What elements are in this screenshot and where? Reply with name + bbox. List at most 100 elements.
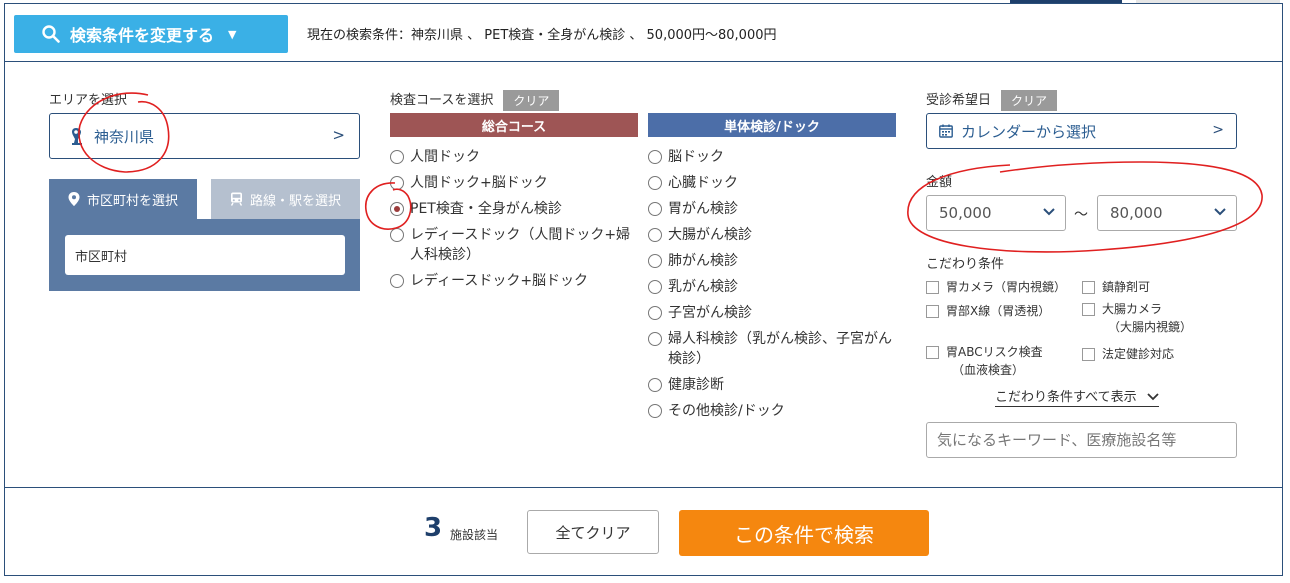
area-selected-value: 神奈川県: [94, 127, 155, 146]
radio-label: 胃がん検診: [668, 201, 738, 217]
caret-down-icon: ▼: [228, 27, 237, 41]
radio-button[interactable]: [648, 254, 662, 268]
chevron-down-icon: [1043, 208, 1055, 216]
radio-label: 健康診断: [668, 377, 724, 393]
radio-button[interactable]: [648, 150, 662, 164]
area-select-button[interactable]: 神奈川県 >: [49, 113, 360, 159]
date-clear-button[interactable]: クリア: [1001, 90, 1058, 111]
list-item[interactable]: 人間ドック+脳ドック: [390, 173, 640, 193]
city-select-field[interactable]: 市区町村: [65, 235, 345, 275]
checkbox-label: 法定健診対応: [1102, 347, 1175, 361]
checkbox-sublabel: （血液検査）: [952, 363, 1025, 377]
radio-label: 大腸がん検診: [668, 227, 752, 243]
search-icon: [42, 25, 60, 43]
tab-select-station-label: 路線・駅を選択: [249, 193, 341, 209]
radio-button[interactable]: [648, 306, 662, 320]
radio-button-selected[interactable]: [390, 202, 404, 216]
radio-button[interactable]: [390, 150, 404, 164]
show-all-options-link[interactable]: こだわり条件すべて表示: [995, 386, 1159, 407]
search-footer: 3 施設該当 全てクリア この条件で検索: [4, 487, 1283, 576]
search-topbar: 検索条件を変更する ▼ 現在の検索条件：神奈川県 、 PET検査・全身がん検診 …: [4, 4, 1283, 62]
change-conditions-label: 検索条件を変更する: [70, 26, 215, 45]
area-label: エリアを選択: [49, 93, 128, 108]
radio-button[interactable]: [390, 228, 404, 242]
chevron-right-icon: >: [332, 126, 345, 144]
map-pin-person-icon: [72, 128, 82, 145]
course-clear-button[interactable]: クリア: [503, 90, 560, 111]
show-all-label: こだわり条件すべて表示: [995, 390, 1137, 405]
radio-button[interactable]: [648, 176, 662, 190]
radio-label: 脳ドック: [668, 149, 724, 165]
radio-button[interactable]: [648, 280, 662, 294]
radio-label: PET検査・全身がん検診: [410, 201, 562, 217]
location-pin-icon: [68, 192, 80, 206]
checkbox[interactable]: [1082, 303, 1095, 316]
radio-button[interactable]: [648, 228, 662, 242]
radio-button[interactable]: [390, 176, 404, 190]
train-icon: [230, 192, 243, 206]
radio-label: 心臓ドック: [668, 175, 738, 191]
tab-select-station[interactable]: 路線・駅を選択: [211, 179, 360, 219]
calendar-label: カレンダーから選択: [961, 122, 1097, 141]
radio-button[interactable]: [648, 202, 662, 216]
checkbox[interactable]: [926, 346, 939, 359]
result-count-label: 施設該当: [450, 528, 499, 542]
radio-button[interactable]: [648, 404, 662, 418]
price-max-select[interactable]: 80,000: [1097, 195, 1237, 231]
search-button[interactable]: この条件で検索: [679, 510, 929, 556]
price-separator: 〜: [1074, 207, 1088, 223]
list-item[interactable]: 大腸がん検診: [648, 225, 898, 245]
list-item[interactable]: 健康診断: [648, 375, 898, 395]
list-item[interactable]: 脳ドック: [648, 147, 898, 167]
checkbox[interactable]: [1082, 348, 1095, 361]
keyword-input[interactable]: [926, 422, 1237, 458]
radio-label: 人間ドック+脳ドック: [410, 175, 548, 191]
change-conditions-button[interactable]: 検索条件を変更する ▼: [14, 15, 288, 53]
list-item[interactable]: 婦人科検診（乳がん検診、子宮がん検診）: [648, 329, 898, 369]
city-tab-panel: 市区町村: [49, 219, 360, 291]
option-checkbox-item[interactable]: 胃ABCリスク検査 （血液検査）: [926, 343, 1043, 379]
list-item[interactable]: レディースドック（人間ドック+婦人科検診）: [390, 225, 640, 265]
checkbox-label: 大腸カメラ: [1102, 302, 1163, 316]
list-item[interactable]: 人間ドック: [390, 147, 640, 167]
list-item[interactable]: 胃がん検診: [648, 199, 898, 219]
radio-label: 肺がん検診: [668, 253, 738, 269]
checkbox-sublabel: （大腸内視鏡）: [1108, 320, 1193, 334]
list-item[interactable]: PET検査・全身がん検診: [390, 199, 640, 219]
option-checkbox-item[interactable]: 鎮静剤可: [1082, 278, 1150, 296]
option-checkbox-item[interactable]: 法定健診対応: [1082, 345, 1174, 363]
tab-select-city[interactable]: 市区町村を選択: [49, 179, 197, 219]
checkbox[interactable]: [1082, 281, 1095, 294]
checkbox[interactable]: [926, 281, 939, 294]
checkbox-label: 胃カメラ（胃内視鏡）: [946, 280, 1067, 294]
option-checkbox-item[interactable]: 胃カメラ（胃内視鏡）: [926, 278, 1066, 296]
option-checkbox-item[interactable]: 大腸カメラ （大腸内視鏡）: [1082, 300, 1192, 336]
chevron-down-icon: [1147, 393, 1159, 401]
list-item[interactable]: レディースドック+脳ドック: [390, 271, 640, 291]
checkbox[interactable]: [926, 305, 939, 318]
list-item[interactable]: 心臓ドック: [648, 173, 898, 193]
current-conditions-text: 現在の検索条件：神奈川県 、 PET検査・全身がん検診 、 50,000円〜80…: [307, 28, 777, 43]
calendar-select-button[interactable]: カレンダーから選択 >: [926, 113, 1237, 149]
list-item[interactable]: 肺がん検診: [648, 251, 898, 271]
radio-label: 子宮がん検診: [668, 305, 752, 321]
radio-label: 乳がん検診: [668, 279, 738, 295]
list-item[interactable]: その他検診/ドック: [648, 401, 898, 421]
checkbox-label: 胃ABCリスク検査: [946, 345, 1043, 359]
chevron-down-icon: [1214, 208, 1226, 216]
course-label-row: 検査コースを選択 クリア: [390, 89, 560, 111]
course-single-list: 脳ドック 心臓ドック 胃がん検診 大腸がん検診 肺がん検診 乳がん検診 子宮がん…: [648, 147, 898, 427]
course-single-header: 単体検診/ドック: [648, 113, 896, 137]
list-item[interactable]: 子宮がん検診: [648, 303, 898, 323]
price-min-select[interactable]: 50,000: [926, 195, 1066, 231]
radio-label: 婦人科検診（乳がん検診、子宮がん検診）: [668, 331, 892, 367]
clear-all-button[interactable]: 全てクリア: [527, 510, 659, 554]
price-label: 金額: [926, 175, 953, 190]
option-checkbox-item[interactable]: 胃部X線（胃透視）: [926, 302, 1050, 320]
radio-button[interactable]: [648, 378, 662, 392]
radio-button[interactable]: [390, 274, 404, 288]
checkbox-label: 胃部X線（胃透視）: [946, 304, 1051, 318]
options-label: こだわり条件: [926, 257, 1005, 272]
list-item[interactable]: 乳がん検診: [648, 277, 898, 297]
radio-button[interactable]: [648, 332, 662, 346]
